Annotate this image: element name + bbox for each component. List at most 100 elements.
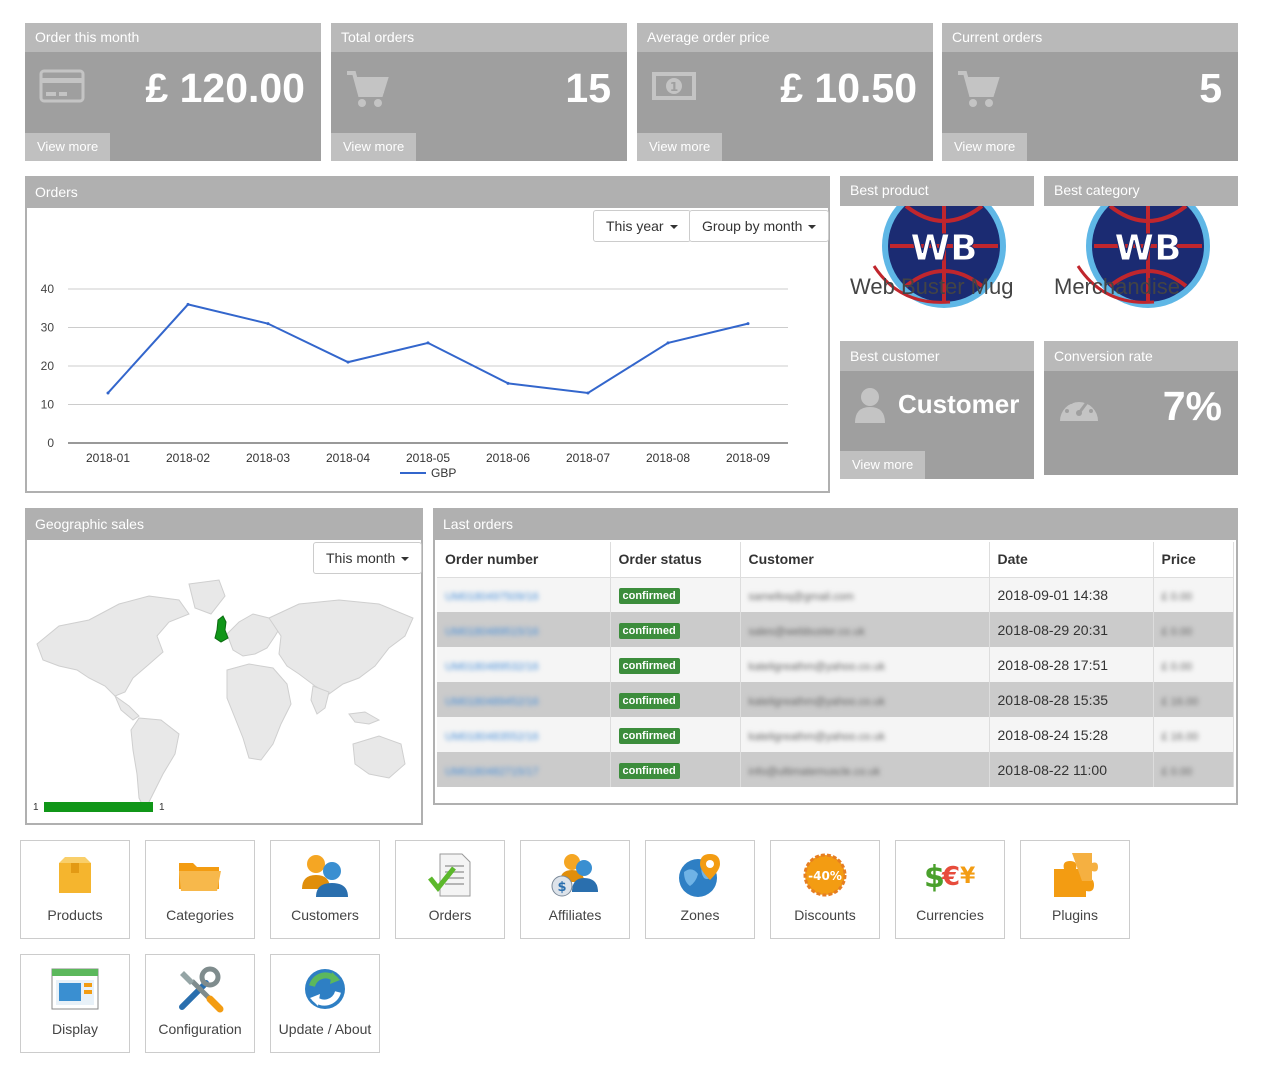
table-row[interactable]: UM0180489515/16 confirmed sales@webbuste… bbox=[437, 612, 1234, 647]
panel-title: Best category bbox=[1044, 176, 1238, 206]
stat-order-this-month: Order this month £ 120.00 View more bbox=[25, 23, 321, 161]
puzzle-icon bbox=[1021, 851, 1129, 899]
data-point bbox=[506, 381, 510, 385]
speedometer-icon bbox=[1058, 391, 1100, 428]
table-row[interactable]: UM0180489532/16 confirmed kateligreathm@… bbox=[437, 647, 1234, 682]
nav-customers[interactable]: Customers bbox=[270, 840, 380, 939]
order-number-link[interactable]: UM0180489515/16 bbox=[445, 626, 539, 638]
cart-icon bbox=[956, 69, 1000, 114]
nav-label: Display bbox=[52, 1021, 98, 1037]
order-date: 2018-08-28 15:35 bbox=[989, 682, 1154, 717]
uk-region[interactable] bbox=[214, 615, 229, 643]
x-tick-label: 2018-09 bbox=[726, 451, 770, 465]
currency-icon: $ € ¥ bbox=[896, 851, 1004, 899]
x-tick-label: 2018-07 bbox=[566, 451, 610, 465]
nav-label: Customers bbox=[291, 907, 359, 923]
nav-label: Plugins bbox=[1052, 907, 1098, 923]
view-more-link[interactable]: View more bbox=[942, 133, 1028, 161]
column-header[interactable]: Customer bbox=[740, 542, 990, 578]
view-more-link[interactable]: View more bbox=[637, 133, 723, 161]
order-number-link[interactable]: UM0180482715/17 bbox=[445, 766, 539, 778]
view-more-link[interactable]: View more bbox=[840, 451, 926, 479]
cart-icon bbox=[345, 69, 389, 114]
order-price: £ 16.00 bbox=[1161, 730, 1199, 743]
order-price: £ 0.00 bbox=[1161, 765, 1193, 778]
geo-period-dropdown[interactable]: This month bbox=[313, 542, 423, 574]
nav-label: Orders bbox=[428, 907, 472, 923]
status-badge: confirmed bbox=[618, 622, 680, 639]
nav-currencies[interactable]: $ € ¥ Currencies bbox=[895, 840, 1005, 939]
table-row[interactable]: UM0180497509/16 confirmed samelloq@gmail… bbox=[437, 577, 1234, 612]
data-point bbox=[106, 391, 110, 395]
order-date: 2018-08-29 20:31 bbox=[989, 612, 1154, 647]
nav-zones[interactable]: Zones bbox=[645, 840, 755, 939]
table-row[interactable]: UM0180489452/16 confirmed kateligreathm@… bbox=[437, 682, 1234, 717]
nav-affiliates[interactable]: $ Affiliates bbox=[520, 840, 630, 939]
view-more-link[interactable]: View more bbox=[25, 133, 111, 161]
status-badge: confirmed bbox=[618, 692, 680, 709]
x-tick-label: 2018-01 bbox=[86, 451, 130, 465]
money-icon: 1 bbox=[651, 69, 697, 108]
stat-value: £ 10.50 bbox=[780, 65, 917, 111]
conversion-rate-tile: Conversion rate 7% bbox=[1044, 341, 1238, 475]
column-header[interactable]: Order status bbox=[610, 542, 741, 578]
nav-products[interactable]: Products bbox=[20, 840, 130, 939]
column-header[interactable]: Price bbox=[1153, 542, 1234, 578]
svg-text:€: € bbox=[941, 862, 960, 892]
legend-color-bar bbox=[44, 802, 153, 812]
x-tick-label: 2018-02 bbox=[166, 451, 210, 465]
customer-email: sales@webbuster.co.uk bbox=[748, 625, 865, 638]
customer-email: kateligreathm@yahoo.co.uk bbox=[748, 695, 886, 708]
nav-categories[interactable]: Categories bbox=[145, 840, 255, 939]
column-header[interactable]: Order number bbox=[437, 542, 611, 578]
column-header[interactable]: Date bbox=[989, 542, 1154, 578]
view-more-link[interactable]: View more bbox=[331, 133, 417, 161]
panel-title: Last orders bbox=[435, 510, 1236, 540]
document-check-icon bbox=[396, 851, 504, 899]
customer-email: info@ultimatemuscle.co.uk bbox=[748, 765, 881, 778]
geo-dropdown-label: This month bbox=[326, 550, 396, 566]
nav-label: Categories bbox=[166, 907, 234, 923]
stat-label: Total orders bbox=[331, 23, 627, 52]
x-tick-label: 2018-04 bbox=[326, 451, 370, 465]
best-category-name: Merchandise bbox=[1054, 274, 1180, 299]
best-customer-name: Customer bbox=[898, 389, 1020, 419]
orders-panel: Orders This year Group by month 0 10 20 30 4… bbox=[25, 176, 830, 493]
last-orders-panel: Last orders Order number Order status Cu… bbox=[433, 508, 1238, 805]
x-tick-label: 2018-05 bbox=[406, 451, 450, 465]
stat-label: Order this month bbox=[25, 23, 321, 52]
nav-configuration[interactable]: Configuration bbox=[145, 954, 255, 1053]
stat-average-order-price: Average order price 1 £ 10.50 View more bbox=[637, 23, 933, 161]
data-point bbox=[746, 322, 750, 326]
orders-table-wrapper: Order number Order status Customer Date … bbox=[437, 542, 1234, 787]
legend-label: GBP bbox=[431, 466, 456, 480]
table-row[interactable]: UM0180482715/17 confirmed info@ultimatem… bbox=[437, 752, 1234, 787]
nav-update-about[interactable]: Update / About bbox=[270, 954, 380, 1053]
last-orders-table: Order number Order status Customer Date … bbox=[437, 542, 1234, 787]
nav-display[interactable]: Display bbox=[20, 954, 130, 1053]
svg-text:1: 1 bbox=[670, 80, 678, 94]
svg-text:¥: ¥ bbox=[960, 864, 976, 889]
nav-plugins[interactable]: Plugins bbox=[1020, 840, 1130, 939]
order-number-link[interactable]: UM0180489452/16 bbox=[445, 696, 539, 708]
table-row[interactable]: UM0180483552/16 confirmed kateligreathm@… bbox=[437, 717, 1234, 752]
globe-icon bbox=[646, 851, 754, 899]
order-date: 2018-08-24 15:28 bbox=[989, 717, 1154, 752]
discount-icon: -40% bbox=[771, 851, 879, 899]
order-number-link[interactable]: UM0180483552/16 bbox=[445, 731, 539, 743]
category-logo-image: WB bbox=[1076, 206, 1210, 308]
tools-icon bbox=[146, 965, 254, 1013]
order-price: £ 0.00 bbox=[1161, 625, 1193, 638]
data-point bbox=[426, 341, 430, 345]
stat-total-orders: Total orders 15 View more bbox=[331, 23, 627, 161]
status-badge: confirmed bbox=[618, 762, 680, 779]
x-tick-label: 2018-06 bbox=[486, 451, 530, 465]
order-number-link[interactable]: UM0180497509/16 bbox=[445, 591, 539, 603]
order-date: 2018-09-01 14:38 bbox=[989, 577, 1154, 612]
affiliate-icon: $ bbox=[521, 851, 629, 899]
order-number-link[interactable]: UM0180489532/16 bbox=[445, 661, 539, 673]
users-icon bbox=[271, 851, 379, 899]
nav-orders[interactable]: Orders bbox=[395, 840, 505, 939]
nav-discounts[interactable]: -40% Discounts bbox=[770, 840, 880, 939]
status-badge: confirmed bbox=[618, 727, 680, 744]
